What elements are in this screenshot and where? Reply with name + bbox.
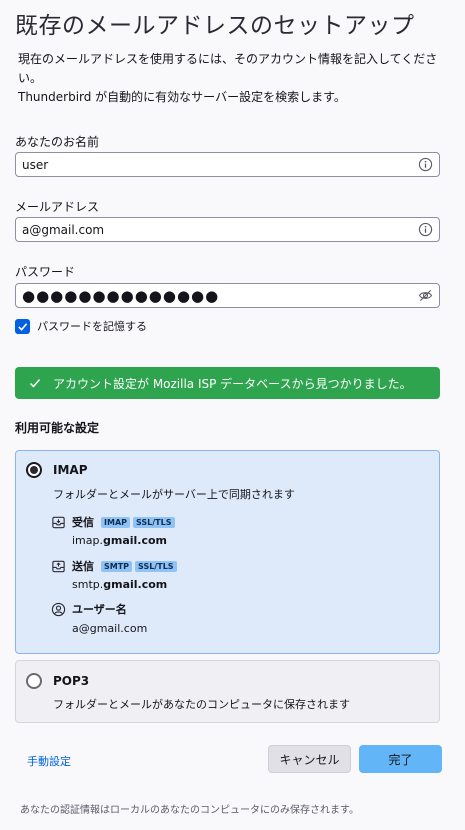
remember-password-label[interactable]: パスワードを記憶する — [37, 318, 147, 334]
email-label: メールアドレス — [15, 200, 100, 214]
checkmark-icon — [29, 377, 41, 389]
eye-slash-icon[interactable] — [418, 288, 433, 303]
name-field[interactable]: user — [15, 152, 440, 177]
outgoing-host-prefix: smtp. — [72, 578, 104, 591]
done-button[interactable]: 完了 — [359, 745, 442, 773]
security-badge: SSL/TLS — [133, 516, 175, 528]
imap-description: フォルダーとメールがサーバー上で同期されます — [53, 488, 295, 501]
username-label: ユーザー名 — [72, 603, 127, 616]
protocol-badge: SMTP — [101, 560, 133, 572]
email-field[interactable]: a@gmail.com — [15, 217, 440, 242]
incoming-host-domain: gmail.com — [103, 534, 168, 547]
available-configs-title: 利用可能な設定 — [15, 421, 100, 435]
pop3-title: POP3 — [53, 674, 90, 688]
incoming-host-prefix: imap. — [72, 534, 103, 547]
password-value[interactable]: ●●●●●●●●●●●●●● — [22, 287, 418, 305]
pop3-radio[interactable] — [26, 673, 42, 689]
name-value[interactable]: user — [22, 158, 418, 172]
email-value[interactable]: a@gmail.com — [22, 223, 418, 237]
pop3-description: フォルダーとメールがあなたのコンピュータに保存されます — [53, 698, 350, 711]
remember-password-row[interactable]: パスワードを記憶する — [15, 318, 147, 334]
incoming-label: 受信 — [72, 516, 94, 529]
outgoing-server-row: 送信 SMTP SSL/TLS — [51, 558, 177, 574]
username-value: a@gmail.com — [72, 622, 148, 635]
username-row: ユーザー名 — [51, 601, 131, 617]
page-description: 現在のメールアドレスを使用するには、そのアカウント情報を記入してください。 Th… — [18, 50, 458, 107]
password-label: パスワード — [15, 265, 76, 279]
outgoing-host-domain: gmail.com — [103, 578, 168, 591]
imap-option[interactable]: IMAP フォルダーとメールがサーバー上で同期されます 受信 IMAP SSL/… — [15, 450, 440, 654]
outgoing-label: 送信 — [72, 560, 94, 573]
protocol-badge: IMAP — [101, 516, 130, 528]
password-field[interactable]: ●●●●●●●●●●●●●● — [15, 283, 440, 308]
description-line-2: Thunderbird が自動的に有効なサーバー設定を検索します。 — [18, 90, 346, 104]
outbox-icon — [51, 559, 66, 574]
security-badge: SSL/TLS — [135, 560, 177, 572]
imap-radio[interactable] — [26, 462, 42, 478]
pop3-option[interactable]: POP3 フォルダーとメールがあなたのコンピュータに保存されます — [15, 660, 440, 723]
manual-setup-link[interactable]: 手動設定 — [27, 753, 71, 769]
name-label: あなたのお名前 — [15, 135, 100, 149]
page-title: 既存のメールアドレスのセットアップ — [15, 13, 415, 39]
success-message: アカウント設定が Mozilla ISP データベースから見つかりました。 — [53, 376, 412, 391]
description-line-1: 現在のメールアドレスを使用するには、そのアカウント情報を記入してください。 — [18, 52, 438, 85]
incoming-host: imap.gmail.com — [72, 534, 167, 547]
remember-password-checkbox[interactable] — [15, 318, 30, 334]
cancel-button[interactable]: キャンセル — [268, 745, 351, 773]
user-icon — [51, 602, 66, 617]
success-notification: アカウント設定が Mozilla ISP データベースから見つかりました。 — [15, 367, 440, 399]
inbox-icon — [51, 515, 66, 530]
incoming-server-row: 受信 IMAP SSL/TLS — [51, 514, 175, 530]
outgoing-host: smtp.gmail.com — [72, 578, 167, 591]
imap-title: IMAP — [53, 463, 88, 477]
info-icon[interactable] — [418, 157, 433, 172]
info-icon[interactable] — [418, 222, 433, 237]
footer-note: あなたの認証情報はローカルのあなたのコンピュータにのみ保存されます。 — [20, 805, 359, 816]
